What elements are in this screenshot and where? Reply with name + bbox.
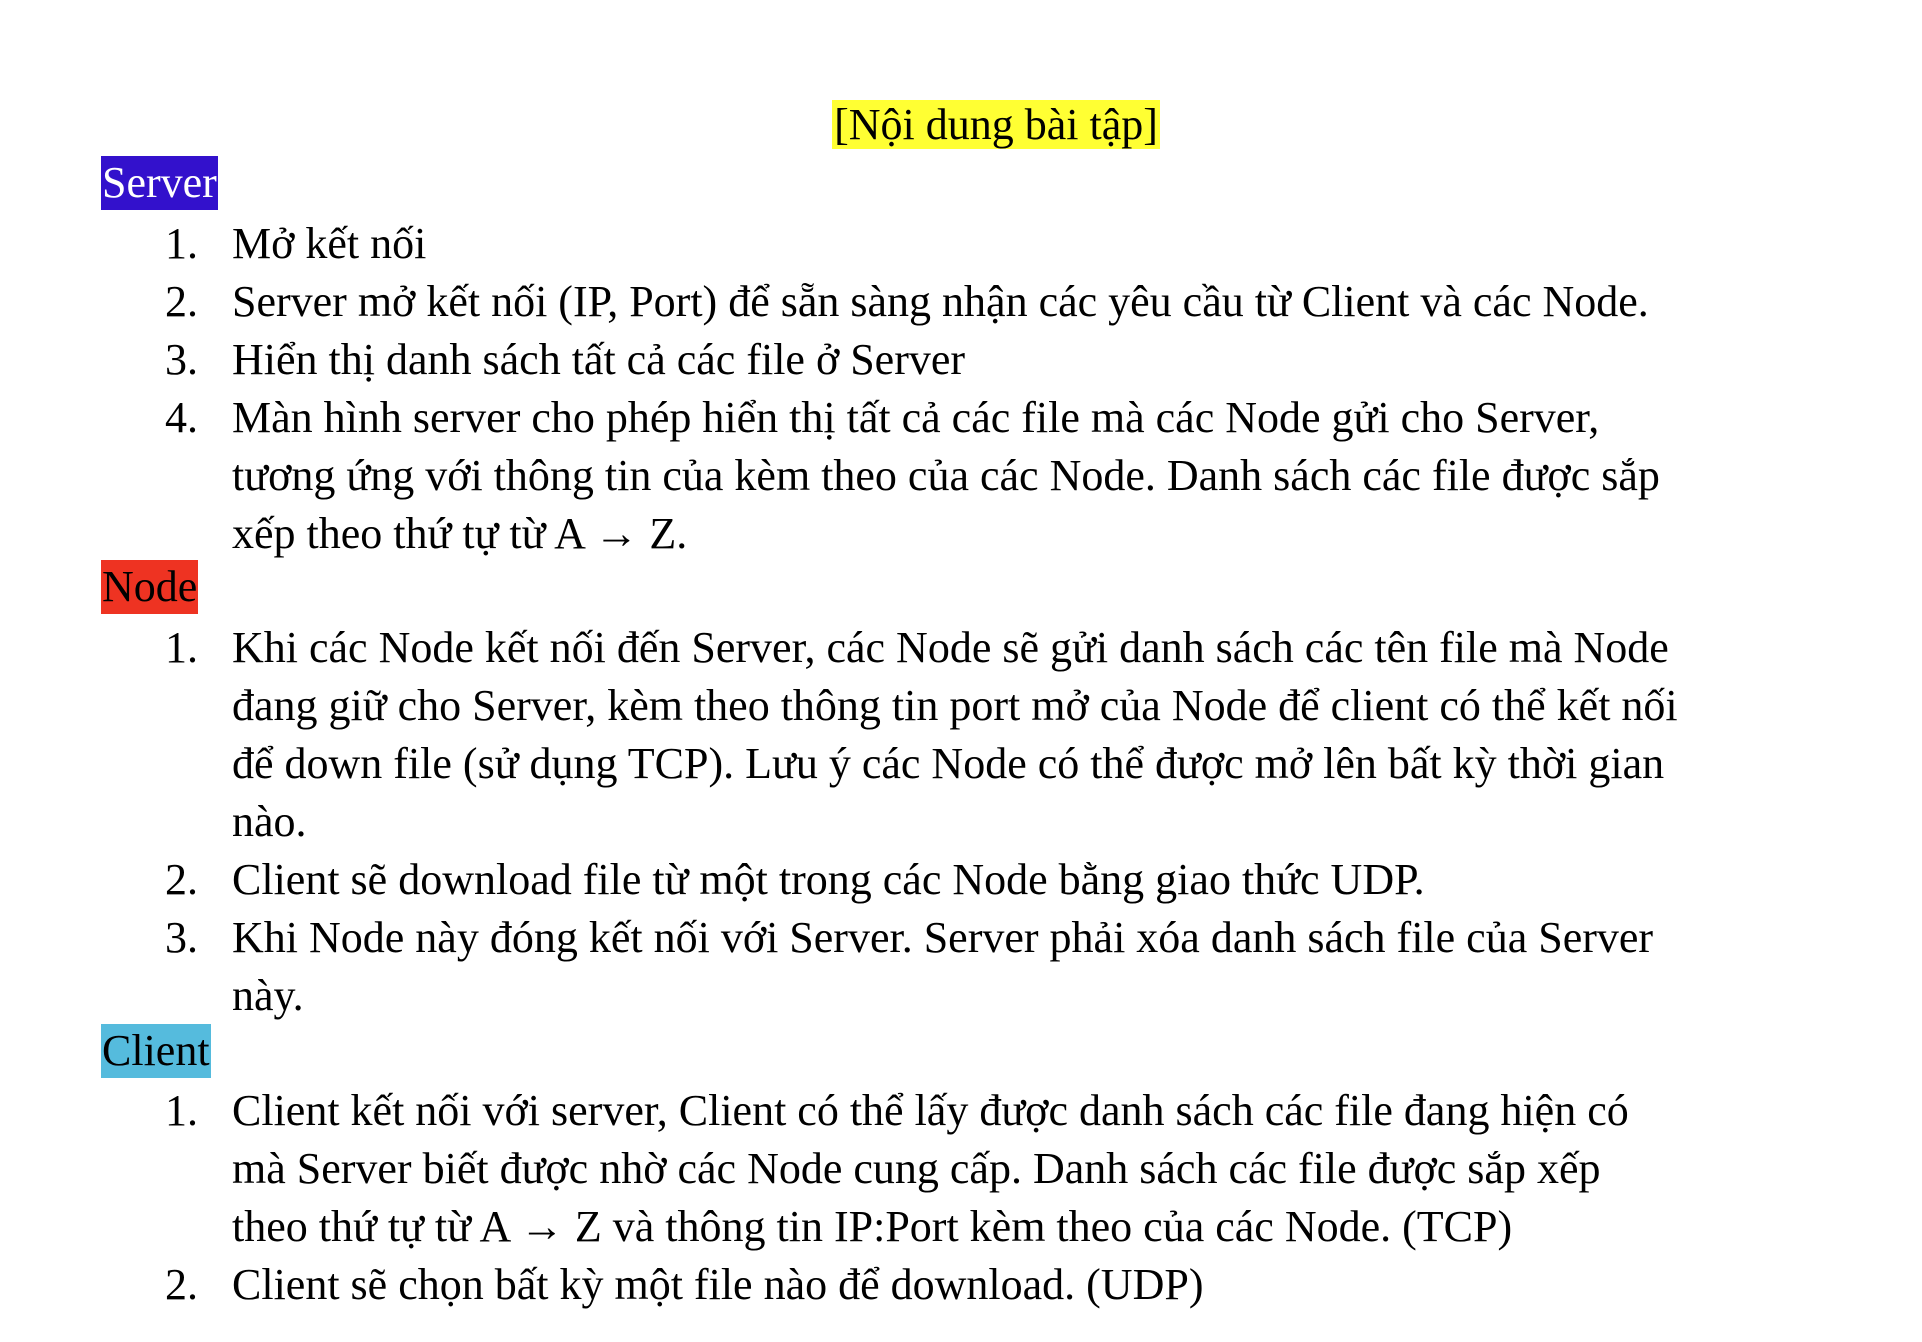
list-item-number: 2. — [165, 1260, 198, 1309]
list-item: 4. Màn hình server cho phép hiển thị tất… — [0, 389, 1892, 563]
list-item-number: 4. — [165, 393, 198, 442]
list-item-number: 1. — [165, 219, 198, 268]
list-item: 3. Khi Node này đóng kết nối với Server.… — [0, 909, 1892, 1025]
list-item-text: Client sẽ chọn bất kỳ một file nào để do… — [232, 1260, 1204, 1309]
document-title: [Nội dung bài tập] — [832, 100, 1160, 149]
list-item: 1. Client kết nối với server, Client có … — [0, 1082, 1892, 1256]
list-item-number: 2. — [165, 855, 198, 904]
list-item-number: 3. — [165, 335, 198, 384]
list-item-text: Client sẽ download file từ một trong các… — [232, 855, 1425, 904]
list-item-text: Màn hình server cho phép hiển thị tất cả… — [232, 393, 1660, 558]
list-item: 2. Client sẽ download file từ một trong … — [0, 851, 1892, 909]
list-item: 2. Client sẽ chọn bất kỳ một file nào để… — [0, 1256, 1892, 1314]
section-heading-server: Server — [101, 156, 218, 210]
server-list: 1. Mở kết nối 2. Server mở kết nối (IP, … — [0, 215, 1892, 563]
list-item-number: 1. — [165, 1086, 198, 1135]
list-item: 1. Khi các Node kết nối đến Server, các … — [0, 619, 1892, 851]
document-page: [Nội dung bài tập] Server 1. Mở kết nối … — [0, 0, 1922, 1342]
list-item-number: 3. — [165, 913, 198, 962]
list-item: 3. Hiển thị danh sách tất cả các file ở … — [0, 331, 1892, 389]
list-item-number: 1. — [165, 623, 198, 672]
client-list: 1. Client kết nối với server, Client có … — [0, 1082, 1892, 1314]
list-item: 2. Server mở kết nối (IP, Port) để sẵn s… — [0, 273, 1892, 331]
list-item-text: Mở kết nối — [232, 219, 427, 268]
list-item-text: Khi Node này đóng kết nối với Server. Se… — [232, 913, 1654, 1020]
title-row: [Nội dung bài tập] — [0, 94, 1922, 156]
node-list: 1. Khi các Node kết nối đến Server, các … — [0, 619, 1892, 1025]
list-item-text: Server mở kết nối (IP, Port) để sẵn sàng… — [232, 277, 1649, 326]
list-item: 1. Mở kết nối — [0, 215, 1892, 273]
list-item-text: Hiển thị danh sách tất cả các file ở Ser… — [232, 335, 966, 384]
list-item-number: 2. — [165, 277, 198, 326]
section-heading-client: Client — [101, 1024, 211, 1078]
list-item-text: Client kết nối với server, Client có thể… — [232, 1086, 1629, 1251]
section-heading-node: Node — [101, 560, 199, 614]
list-item-text: Khi các Node kết nối đến Server, các Nod… — [232, 623, 1678, 846]
